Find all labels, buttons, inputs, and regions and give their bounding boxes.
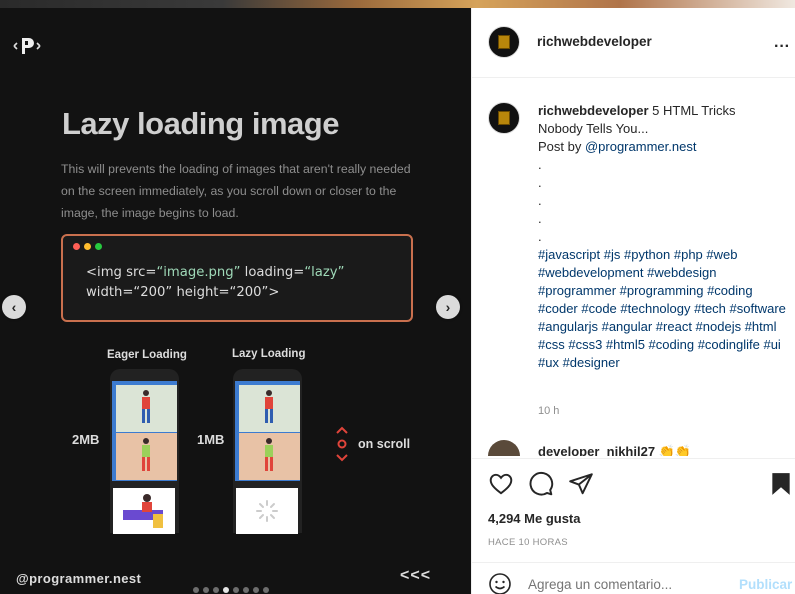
close-dot — [73, 243, 80, 250]
code-token: height= — [172, 285, 230, 300]
hashtags[interactable]: #javascript #js #python #php #web #webde… — [538, 246, 788, 372]
caption-dot: . — [538, 157, 542, 172]
caption-credit: Post by @programmer.nest — [538, 138, 788, 156]
phone-screen — [112, 381, 177, 481]
chevron-left-icon: ‹ — [11, 299, 17, 315]
next-slide-button[interactable]: › — [436, 295, 460, 319]
caption-username[interactable]: richwebdeveloper — [538, 103, 649, 118]
post-by-label: Post by — [538, 139, 585, 154]
caption-avatar[interactable] — [488, 102, 520, 134]
caption-dot: . — [538, 175, 542, 190]
slide-title: Lazy loading image — [62, 106, 339, 141]
comment-input[interactable] — [528, 577, 728, 592]
post-actions: 4,294 Me gusta HACE 10 HORAS Publicar — [472, 458, 795, 594]
caption-line-1: richwebdeveloper 5 HTML Tricks — [538, 102, 788, 120]
person-illustration-icon — [265, 390, 273, 423]
heart-icon[interactable] — [488, 471, 514, 497]
on-scroll-label: on scroll — [358, 437, 411, 451]
image-cell — [239, 433, 300, 480]
commenter-username[interactable]: developer_nikhil27 👏👏 — [538, 444, 691, 456]
code-token: loading= — [240, 265, 305, 280]
code-token: > — [268, 285, 280, 300]
code-token: “lazy” — [304, 265, 345, 280]
more-options-icon[interactable]: ··· — [774, 38, 790, 56]
minimize-dot — [84, 243, 91, 250]
maximize-dot — [95, 243, 102, 250]
caption-dot: . — [538, 211, 542, 226]
pager-dot[interactable] — [233, 587, 239, 593]
caption-dot: . — [538, 229, 542, 244]
person-illustration-icon — [265, 438, 273, 471]
person-illustration-icon — [142, 390, 150, 423]
publish-button[interactable]: Publicar — [739, 577, 792, 592]
code-token: “200” — [133, 285, 173, 300]
illustration-icon — [123, 494, 163, 528]
caption-time: 10 h — [538, 405, 560, 417]
eager-size-label: 2MB — [72, 432, 100, 447]
post-caption: richwebdeveloper 5 HTML Tricks Nobody Te… — [538, 102, 788, 372]
image-cell — [116, 433, 177, 480]
post-header: richwebdeveloper ··· — [472, 8, 795, 78]
caption-dot: . — [538, 193, 542, 208]
commenter-avatar[interactable] — [488, 440, 520, 456]
code-token: “200” — [229, 285, 269, 300]
code-line-2: width=“200” height=“200”> — [86, 285, 279, 300]
author-handle: @programmer.nest — [16, 571, 142, 586]
window-dots — [73, 243, 102, 250]
post-timestamp[interactable]: HACE 10 HORAS — [488, 537, 568, 548]
code-token: width= — [86, 285, 134, 300]
code-snippet-card: <img src=“image.png” loading=“lazy” widt… — [61, 234, 413, 322]
pager-dot-active[interactable] — [223, 587, 229, 593]
pager-dot[interactable] — [193, 587, 199, 593]
code-token: <img src= — [86, 265, 157, 280]
credit-link[interactable]: @programmer.nest — [585, 139, 696, 154]
slide-description: This will prevents the loading of images… — [61, 162, 411, 220]
pager-dot[interactable] — [213, 587, 219, 593]
post-sidebar: richwebdeveloper ··· richwebdeveloper 5 … — [471, 8, 795, 594]
background-strip — [0, 0, 795, 8]
eager-loading-label: Eager Loading — [107, 349, 187, 361]
pager-dot[interactable] — [203, 587, 209, 593]
lazy-size-label: 1MB — [197, 432, 225, 447]
swipe-chevrons: <<< — [400, 567, 432, 584]
instagram-post-view: Lazy loading image This will prevents th… — [0, 0, 795, 594]
brand-logo-icon — [13, 38, 41, 54]
image-cell — [116, 385, 177, 432]
person-illustration-icon — [142, 438, 150, 471]
phone-screen — [235, 381, 300, 481]
loading-spinner-icon — [256, 500, 278, 522]
chevron-right-icon: › — [445, 299, 451, 315]
avatar-logo-icon — [498, 111, 510, 125]
lazy-loading-label: Lazy Loading — [232, 348, 306, 360]
pager-dot[interactable] — [253, 587, 259, 593]
add-comment-bar: Publicar — [472, 562, 795, 594]
code-token: “image.png” — [156, 265, 241, 280]
caption-text: 5 HTML Tricks — [648, 103, 736, 118]
avatar-logo-icon — [498, 35, 510, 49]
comment-preview: developer_nikhil27 👏👏 — [488, 440, 788, 456]
carousel-pager — [193, 587, 269, 593]
pager-dot[interactable] — [243, 587, 249, 593]
emoji-icon[interactable] — [488, 572, 512, 594]
share-icon[interactable] — [568, 471, 594, 497]
header-username[interactable]: richwebdeveloper — [537, 34, 652, 49]
previous-slide-button[interactable]: ‹ — [2, 295, 26, 319]
post-image[interactable]: Lazy loading image This will prevents th… — [0, 8, 471, 594]
code-line-1: <img src=“image.png” loading=“lazy” — [86, 265, 344, 280]
pager-dot[interactable] — [263, 587, 269, 593]
placeholder-image-card — [236, 488, 298, 534]
comment-icon[interactable] — [528, 471, 554, 497]
avatar[interactable] — [488, 26, 520, 58]
image-cell — [239, 385, 300, 432]
loaded-image-card — [113, 488, 175, 534]
like-count[interactable]: 4,294 Me gusta — [488, 511, 581, 526]
save-bookmark-icon[interactable] — [768, 471, 794, 497]
scroll-arrows-icon — [336, 426, 348, 462]
caption-line-2: Nobody Tells You... — [538, 121, 649, 136]
